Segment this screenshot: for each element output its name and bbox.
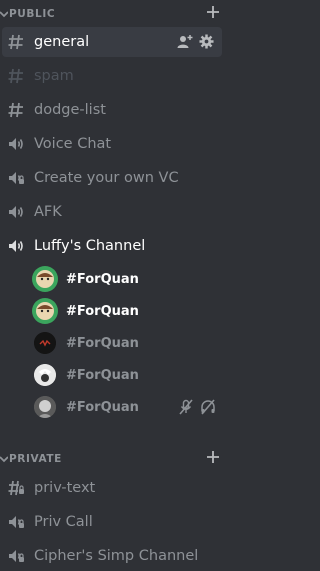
category-label: PRIVATE <box>9 453 62 465</box>
channel-label: priv-text <box>34 480 96 496</box>
voice-user[interactable]: #ForQuan <box>34 297 224 325</box>
voice-user[interactable]: #ForQuan <box>34 265 224 293</box>
channel-label: Cipher's Simp Channel <box>34 548 199 564</box>
hashtag-icon <box>6 100 26 120</box>
voice-user[interactable]: #ForQuan <box>34 361 224 389</box>
channel-label: Luffy's Channel <box>34 238 146 254</box>
user-name: #ForQuan <box>66 367 139 383</box>
add-channel-icon[interactable] <box>205 449 221 465</box>
user-name: #ForQuan <box>66 335 139 351</box>
avatar <box>34 268 56 290</box>
avatar <box>34 364 56 386</box>
muted-mic-icon <box>178 399 194 419</box>
channel-label: Create your own VC <box>34 170 179 186</box>
channel-dodge-list[interactable]: dodge-list <box>2 95 222 125</box>
invite-icon[interactable] <box>177 34 193 54</box>
channel-priv-text[interactable]: priv-text <box>2 473 222 503</box>
hashtag-icon <box>6 66 26 86</box>
channel-label: general <box>34 34 90 50</box>
voice-user[interactable]: #ForQuan <box>34 329 224 357</box>
voice-user[interactable]: #ForQuan <box>34 393 224 421</box>
channel-spam[interactable]: spam <box>2 61 222 91</box>
channel-afk[interactable]: AFK <box>2 197 222 227</box>
channel-label: Priv Call <box>34 514 93 530</box>
channel-label: dodge-list <box>34 102 106 118</box>
locked-speaker-icon <box>6 546 26 566</box>
speaker-icon <box>6 202 26 222</box>
channel-label: AFK <box>34 204 62 220</box>
category-public[interactable]: PUBLIC <box>0 2 243 26</box>
locked-speaker-icon <box>6 512 26 532</box>
locked-speaker-icon <box>6 168 26 188</box>
deafened-icon <box>200 399 216 419</box>
avatar <box>34 332 56 354</box>
channel-voice-chat[interactable]: Voice Chat <box>2 129 222 159</box>
speaker-icon <box>6 236 26 256</box>
locked-hashtag-icon <box>6 478 26 498</box>
channel-ciphers-simp-channel[interactable]: Cipher's Simp Channel <box>2 541 222 571</box>
chevron-down-icon <box>0 8 8 20</box>
hashtag-icon <box>6 32 26 52</box>
channel-create-your-own-vc[interactable]: Create your own VC <box>2 163 222 193</box>
speaker-icon <box>6 134 26 154</box>
chevron-down-icon <box>0 453 8 465</box>
user-name: #ForQuan <box>66 399 139 415</box>
channel-general[interactable]: general <box>2 27 222 57</box>
gear-icon[interactable] <box>199 34 214 54</box>
category-label: PUBLIC <box>9 8 56 20</box>
add-channel-icon[interactable] <box>205 4 221 20</box>
avatar <box>34 300 56 322</box>
avatar <box>34 396 56 418</box>
channel-priv-call[interactable]: Priv Call <box>2 507 222 537</box>
user-name: #ForQuan <box>66 303 139 319</box>
channel-luffys-channel[interactable]: Luffy's Channel <box>2 231 222 261</box>
category-private[interactable]: PRIVATE <box>0 447 243 471</box>
user-name: #ForQuan <box>66 271 139 287</box>
channel-label: Voice Chat <box>34 136 112 152</box>
channel-label: spam <box>34 68 74 84</box>
